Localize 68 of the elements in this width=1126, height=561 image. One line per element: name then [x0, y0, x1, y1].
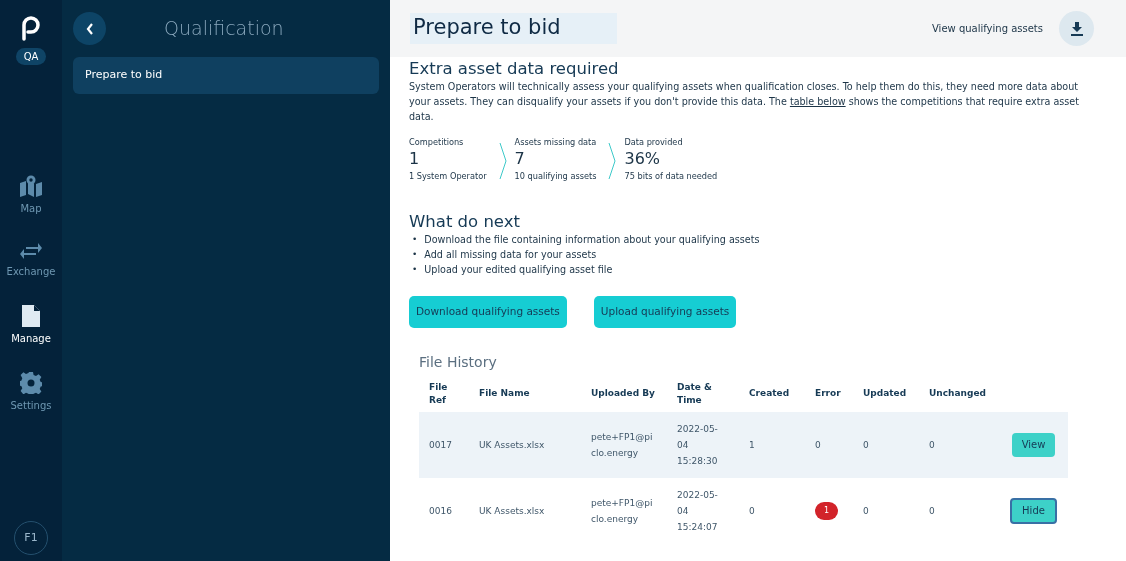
step-text: Add all missing data for your assets [424, 248, 597, 263]
chevron-left-icon [85, 22, 94, 35]
section-title: What do next [409, 212, 521, 233]
download-button[interactable] [1059, 11, 1094, 46]
upload-button[interactable]: Upload qualifying assets [593, 296, 737, 328]
table-cell: 0017 [429, 439, 452, 450]
section-title: Extra asset data required [409, 59, 620, 79]
map-icon [19, 175, 43, 197]
view-button[interactable]: View [1011, 432, 1056, 457]
bullet-icon: • [412, 262, 418, 278]
table-cell: pete+FP1@pi clo.energy [591, 431, 653, 458]
stat-value: 7 [514, 148, 526, 171]
stat-value: 1 [409, 148, 421, 171]
sidebar-item[interactable]: Prepare to bid [73, 57, 379, 94]
sidebar-title: Qualification [164, 16, 284, 42]
nav-item[interactable]: Exchange [0, 240, 62, 281]
back-button[interactable] [73, 12, 106, 45]
table-cell: 0016 [429, 505, 452, 516]
nav-item[interactable]: Manage [0, 303, 62, 348]
stat-value: 36% [624, 148, 662, 171]
column-header: Updated [853, 376, 919, 412]
column-header: Uploaded By [581, 376, 667, 412]
table-link[interactable]: table below [789, 95, 846, 107]
stat-label: Data provided [624, 135, 684, 149]
table-cell: 0 [863, 439, 869, 450]
stat-label: Assets missing data [514, 135, 597, 149]
table-cell: 0 [929, 439, 935, 450]
table-cell: 0 [863, 505, 869, 516]
bullet-icon: • [412, 247, 418, 263]
view-assets-link[interactable]: View qualifying assets [932, 21, 1043, 36]
table-cell: UK Assets.xlsx [479, 439, 545, 450]
document-icon [22, 305, 40, 327]
table-cell: pete+FP1@pi clo.energy [591, 497, 653, 524]
download-button[interactable]: Download qualifying assets [409, 296, 567, 328]
stat-label: Competitions [409, 135, 465, 149]
column-header: File Name [469, 376, 581, 412]
settings-icon [20, 372, 42, 394]
table-cell: 0 [929, 505, 935, 516]
bullet-icon: • [412, 232, 418, 248]
page-title: Prepare to bid [410, 12, 617, 45]
column-header: Unchanged [919, 376, 999, 412]
hide-button[interactable]: Hide [1010, 497, 1057, 524]
table-title: File History [419, 353, 498, 371]
table-cell: UK Assets.xlsx [479, 505, 545, 516]
column-header: File Ref [419, 376, 469, 412]
nav-item[interactable]: Map [0, 173, 62, 218]
nav-item[interactable]: Settings [0, 370, 62, 415]
download-icon [1070, 21, 1083, 36]
stat-note: 1 System Operator [409, 170, 487, 183]
column-header: Error [805, 376, 853, 412]
chevron-icon [608, 141, 617, 180]
table-cell: 1 [749, 439, 755, 450]
table-cell: 2022-05- 04 15:24:07 [677, 489, 718, 532]
step-text: Download the file containing information about your qualifying assets [424, 233, 760, 248]
logo-icon [20, 14, 42, 42]
stat-note: 10 qualifying assets [514, 170, 597, 183]
stat-note: 75 bits of data needed [624, 170, 718, 183]
column-header: Created [739, 376, 805, 412]
arrows-icon [20, 242, 42, 260]
chevron-icon [498, 141, 507, 180]
table-cell: 0 [749, 505, 755, 516]
column-header: Date & Time [667, 376, 739, 412]
table-cell: 2022-05- 04 15:28:30 [677, 423, 718, 466]
environment-badge: QA [15, 48, 47, 65]
table-cell: 0 [815, 439, 821, 450]
error-count-badge: 1 [815, 501, 839, 520]
description-text: System Operators will technically assess your qualifying assets when qualification closes. To help them do this, they need more data about your assets. They can disqualify your assets if you don't provide this data. The table below shows the competitions that require extra asset data. [409, 79, 1080, 124]
step-text: Upload your edited qualifying asset file [424, 263, 613, 278]
